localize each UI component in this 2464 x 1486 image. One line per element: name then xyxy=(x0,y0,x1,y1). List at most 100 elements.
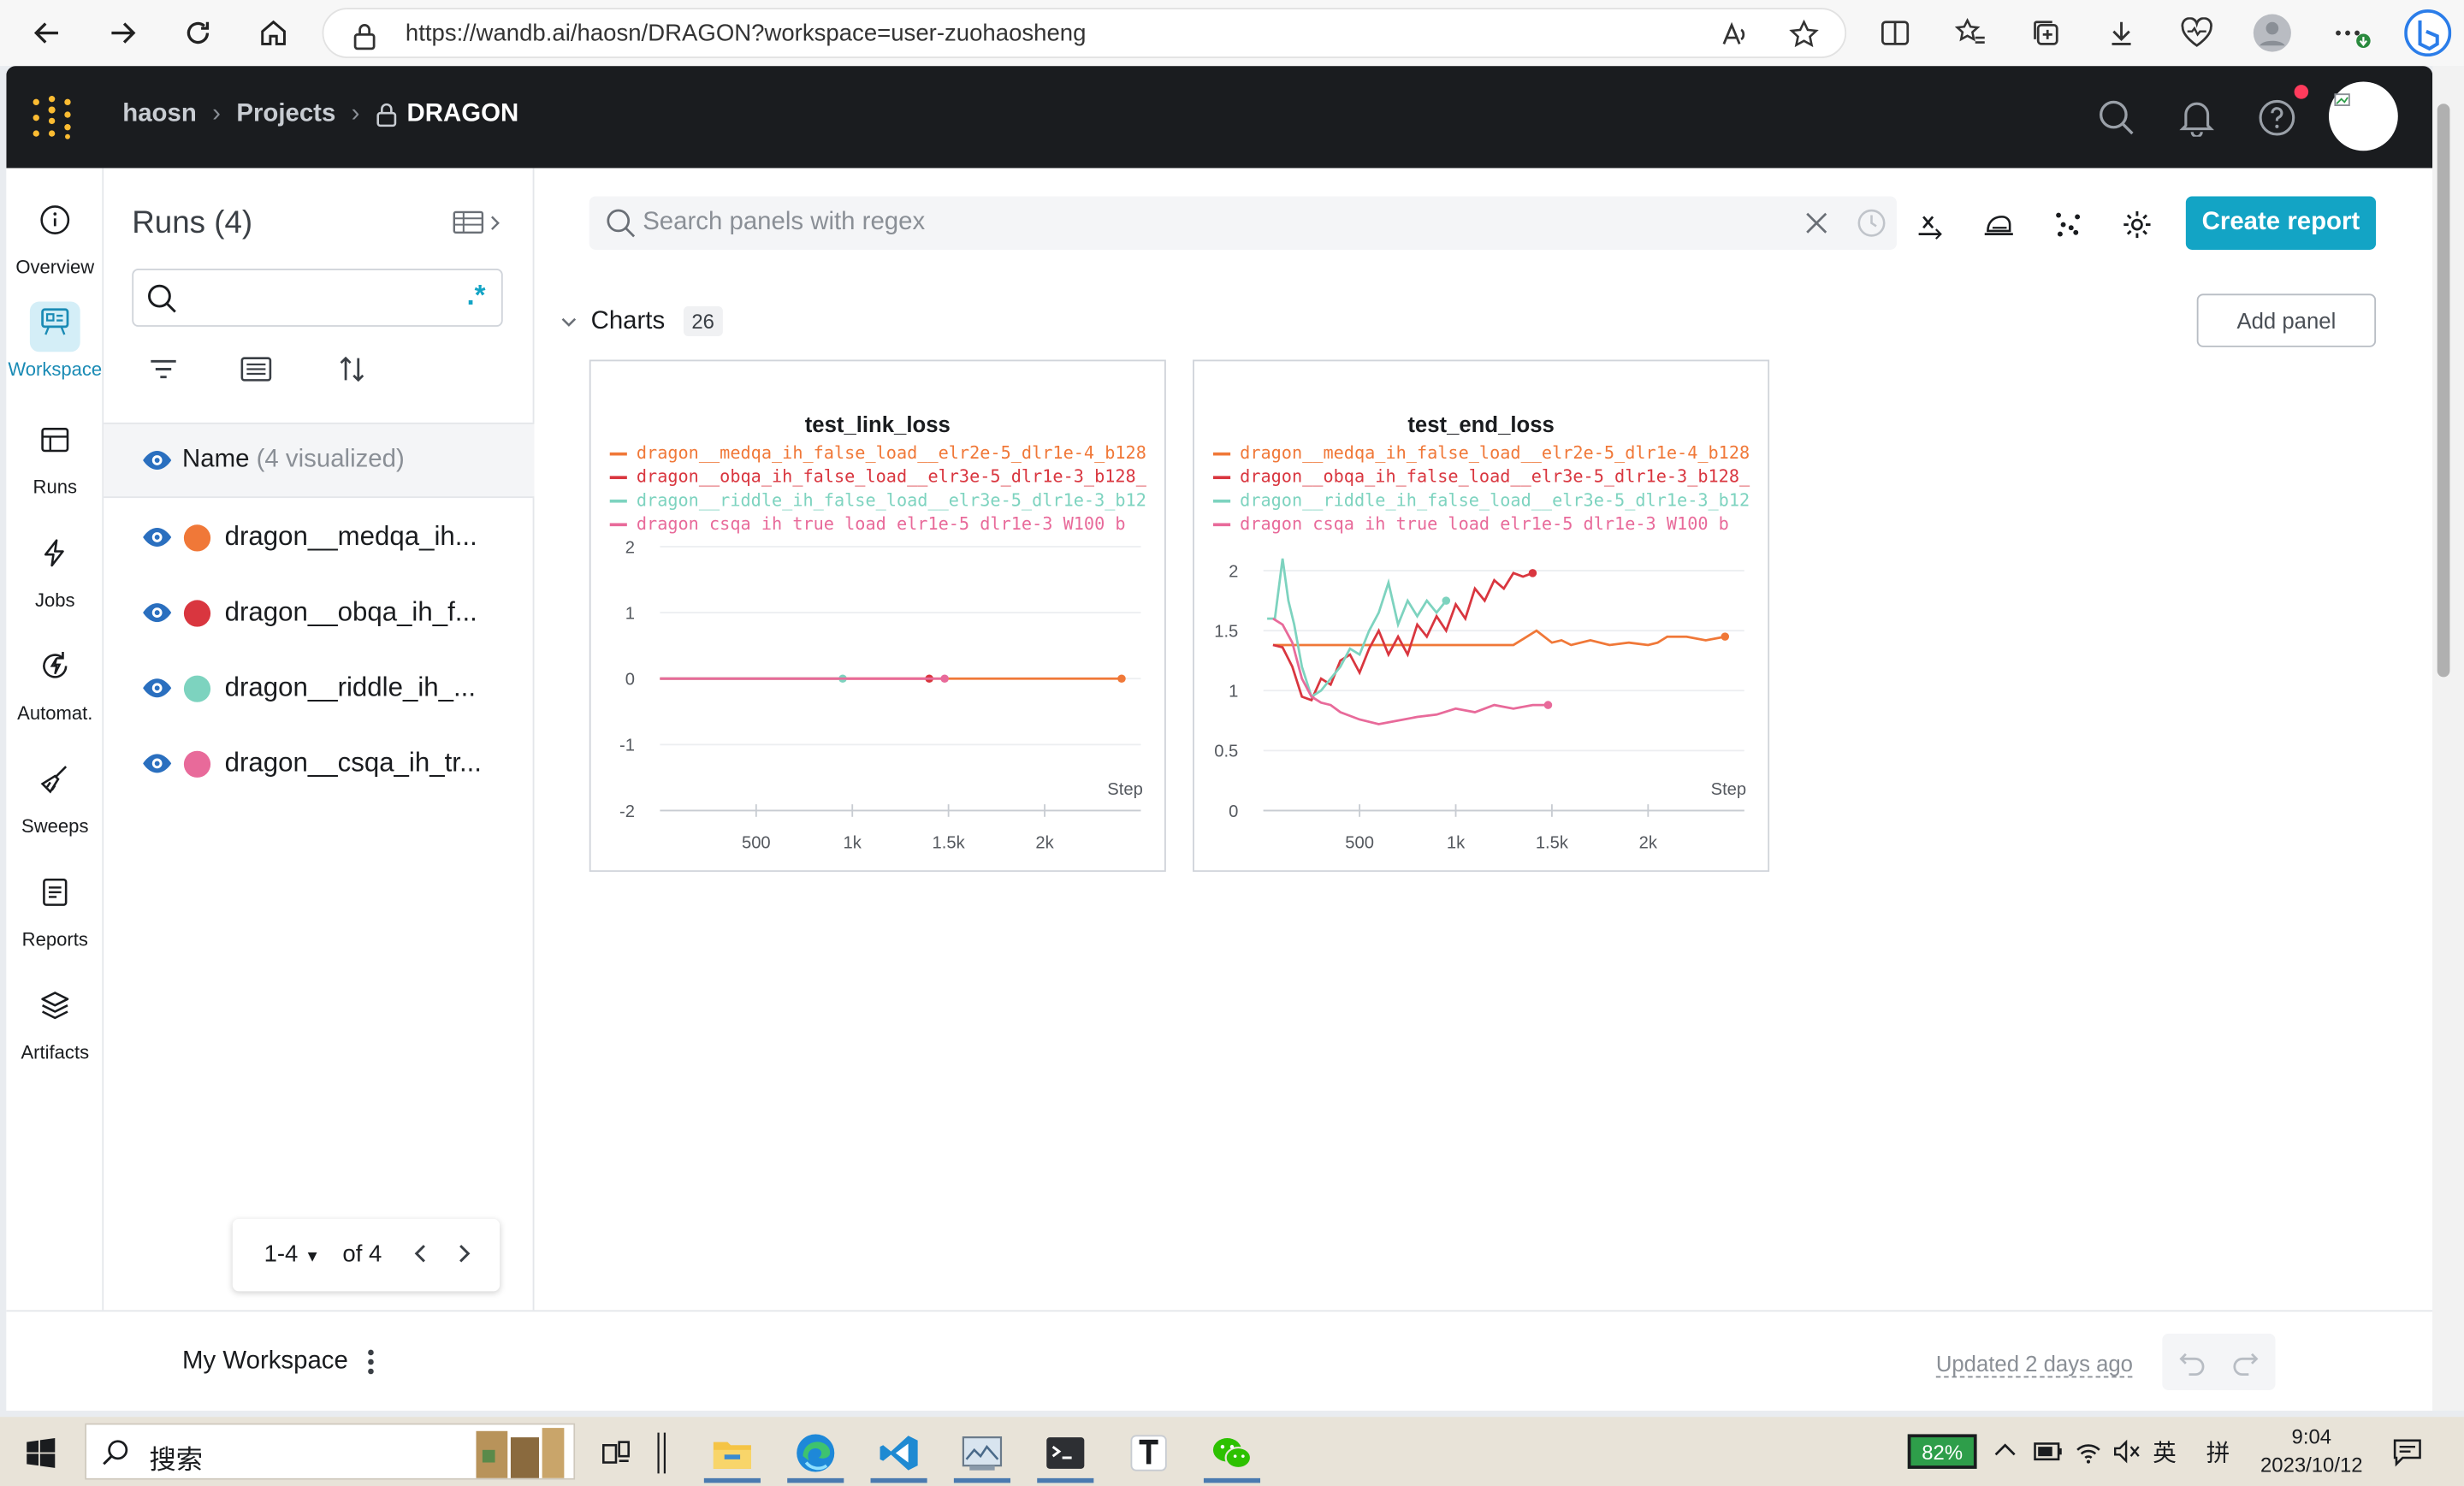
tray-expand-icon[interactable] xyxy=(1993,1439,2017,1461)
group-icon[interactable] xyxy=(239,353,273,385)
series-end-point[interactable] xyxy=(1528,569,1537,577)
series-end-point[interactable] xyxy=(940,674,949,684)
next-page-icon[interactable] xyxy=(453,1241,475,1266)
battery-indicator[interactable]: 82% xyxy=(1907,1434,1977,1469)
series-end-point[interactable] xyxy=(1117,674,1126,684)
line-chart[interactable]: 2 1.5 1 0.5 0 500 1k 1.5k 2k Step xyxy=(1194,531,1769,872)
split-screen-icon[interactable] xyxy=(1875,13,1916,54)
series-end-point[interactable] xyxy=(1543,701,1553,709)
filter-icon[interactable] xyxy=(148,353,180,385)
favorites-icon[interactable] xyxy=(1950,13,1991,54)
run-row[interactable]: dragon__medqa_ih... xyxy=(104,501,534,577)
outlier-points-icon[interactable] xyxy=(2049,206,2087,244)
file-explorer-icon[interactable] xyxy=(697,1424,767,1483)
profile-icon[interactable] xyxy=(2252,13,2293,54)
series-end-point[interactable] xyxy=(1442,596,1451,605)
taskbar-search[interactable]: 搜索 xyxy=(85,1423,576,1480)
downloads-icon[interactable] xyxy=(2101,13,2142,54)
redo-icon[interactable] xyxy=(2231,1347,2260,1376)
address-bar[interactable]: https://wandb.ai/haosn/DRAGON?workspace=… xyxy=(322,8,1847,58)
runs-search-input[interactable]: .* xyxy=(132,268,503,327)
legend-entry[interactable]: dragon__riddle_ih_false_load__elr3e-5_dl… xyxy=(1212,490,1754,514)
read-aloud-icon[interactable] xyxy=(1719,19,1750,58)
clear-search-icon[interactable] xyxy=(1803,209,1831,237)
run-color-swatch[interactable] xyxy=(183,675,211,702)
sort-icon[interactable] xyxy=(336,353,368,385)
run-name[interactable]: dragon__obqa_ih_f... xyxy=(225,597,477,629)
typora-icon[interactable] xyxy=(1114,1424,1183,1483)
collections-icon[interactable] xyxy=(2026,13,2067,54)
workspace-name[interactable]: My Workspace xyxy=(182,1347,348,1376)
user-avatar[interactable] xyxy=(2328,81,2398,151)
run-name[interactable]: dragon__riddle_ih_... xyxy=(225,672,476,704)
smoothing-icon[interactable] xyxy=(1980,206,2017,244)
legend-entry[interactable]: dragon__medqa_ih_false_load__elr2e-5_dlr… xyxy=(1212,443,1754,467)
notifications-bell-icon[interactable] xyxy=(2175,96,2218,139)
rail-item-workspace[interactable]: Workspace xyxy=(6,301,104,396)
legend-entry[interactable]: dragon__obqa_ih_false_load__elr3e-5_dlr1… xyxy=(1212,466,1754,490)
bing-copilot-icon[interactable] xyxy=(2404,9,2452,57)
panel-search-input[interactable]: Search panels with regex xyxy=(589,196,1897,250)
run-row[interactable]: dragon__obqa_ih_f... xyxy=(104,577,534,652)
scrollbar-thumb[interactable] xyxy=(2437,104,2450,678)
rail-item-sweeps[interactable]: Sweeps xyxy=(6,759,104,853)
expand-runs-table-icon[interactable] xyxy=(453,209,503,237)
wandb-logo-icon[interactable] xyxy=(28,94,75,141)
name-column-label[interactable]: Name (4 visualized) xyxy=(182,446,405,474)
rail-item-artifacts[interactable]: Artifacts xyxy=(6,985,104,1079)
page-scrollbar[interactable] xyxy=(2432,66,2464,1411)
favorite-star-icon[interactable] xyxy=(1788,19,1820,58)
run-color-swatch[interactable] xyxy=(183,750,211,778)
reload-icon[interactable] xyxy=(173,8,223,58)
edge-browser-icon[interactable] xyxy=(781,1424,850,1483)
line-chart[interactable]: 2 1 0 -1 -2 500 1k 1.5k 2k Step xyxy=(591,531,1166,872)
battery-icon[interactable] xyxy=(2034,1441,2065,1463)
legend-entry[interactable]: dragon__medqa_ih_false_load__elr2e-5_dlr… xyxy=(609,443,1151,467)
help-icon[interactable] xyxy=(2255,96,2299,139)
run-row[interactable]: dragon__csqa_ih_tr... xyxy=(104,727,534,802)
rail-item-reports[interactable]: Reports xyxy=(6,872,104,966)
breadcrumb-project[interactable]: DRAGON xyxy=(376,101,518,129)
vscode-icon[interactable] xyxy=(864,1424,933,1483)
ime-language[interactable]: 英 xyxy=(2153,1436,2177,1469)
run-color-swatch[interactable] xyxy=(183,524,211,552)
breadcrumb-projects[interactable]: Projects xyxy=(236,101,335,129)
chart-panel[interactable]: test_link_loss dragon__medqa_ih_false_lo… xyxy=(589,359,1166,873)
visibility-eye-icon[interactable] xyxy=(141,526,173,548)
visibility-eye-icon[interactable] xyxy=(141,601,173,624)
legend-entry[interactable]: dragon__obqa_ih_false_load__elr3e-5_dlr1… xyxy=(609,466,1151,490)
run-name[interactable]: dragon__medqa_ih... xyxy=(225,522,477,554)
rail-item-runs[interactable]: Runs xyxy=(6,419,104,513)
series-end-point[interactable] xyxy=(1721,632,1730,641)
prev-page-icon[interactable] xyxy=(410,1241,432,1266)
search-icon[interactable] xyxy=(2094,96,2138,139)
rail-item-overview[interactable]: Overview xyxy=(6,199,104,293)
wifi-icon[interactable] xyxy=(2074,1437,2102,1465)
image-viewer-icon[interactable] xyxy=(948,1424,1017,1483)
visibility-eye-icon[interactable] xyxy=(141,677,173,699)
run-name[interactable]: dragon__csqa_ih_tr... xyxy=(225,748,482,779)
volume-muted-icon[interactable] xyxy=(2112,1437,2141,1465)
browser-essentials-icon[interactable] xyxy=(2177,13,2218,54)
notification-center-icon[interactable] xyxy=(2391,1436,2423,1467)
series-line[interactable] xyxy=(1272,617,1549,725)
regex-toggle[interactable]: .* xyxy=(466,280,485,313)
forward-icon[interactable] xyxy=(98,8,148,58)
search-history-icon[interactable] xyxy=(1856,207,1887,239)
breadcrumb-user[interactable]: haosn xyxy=(122,101,197,129)
terminal-icon[interactable] xyxy=(1031,1424,1100,1483)
rail-item-automations[interactable]: Automat. xyxy=(6,646,104,740)
system-clock[interactable]: 9:04 2023/10/12 xyxy=(2250,1424,2372,1480)
series-line[interactable] xyxy=(1272,629,1726,647)
rail-item-jobs[interactable]: Jobs xyxy=(6,532,104,626)
windows-start-icon[interactable] xyxy=(6,1424,75,1483)
legend-entry[interactable]: dragon__riddle_ih_false_load__elr3e-5_dl… xyxy=(609,490,1151,514)
undo-icon[interactable] xyxy=(2178,1347,2206,1376)
add-panel-button[interactable]: Add panel xyxy=(2196,293,2377,347)
charts-section-toggle[interactable]: Charts 26 xyxy=(560,306,723,336)
create-report-button[interactable]: Create report xyxy=(2185,196,2377,250)
wechat-icon[interactable] xyxy=(1198,1424,1267,1483)
visibility-eye-icon[interactable] xyxy=(141,449,173,471)
series-line[interactable] xyxy=(1272,571,1533,702)
ime-mode[interactable]: 拼 xyxy=(2206,1436,2230,1469)
